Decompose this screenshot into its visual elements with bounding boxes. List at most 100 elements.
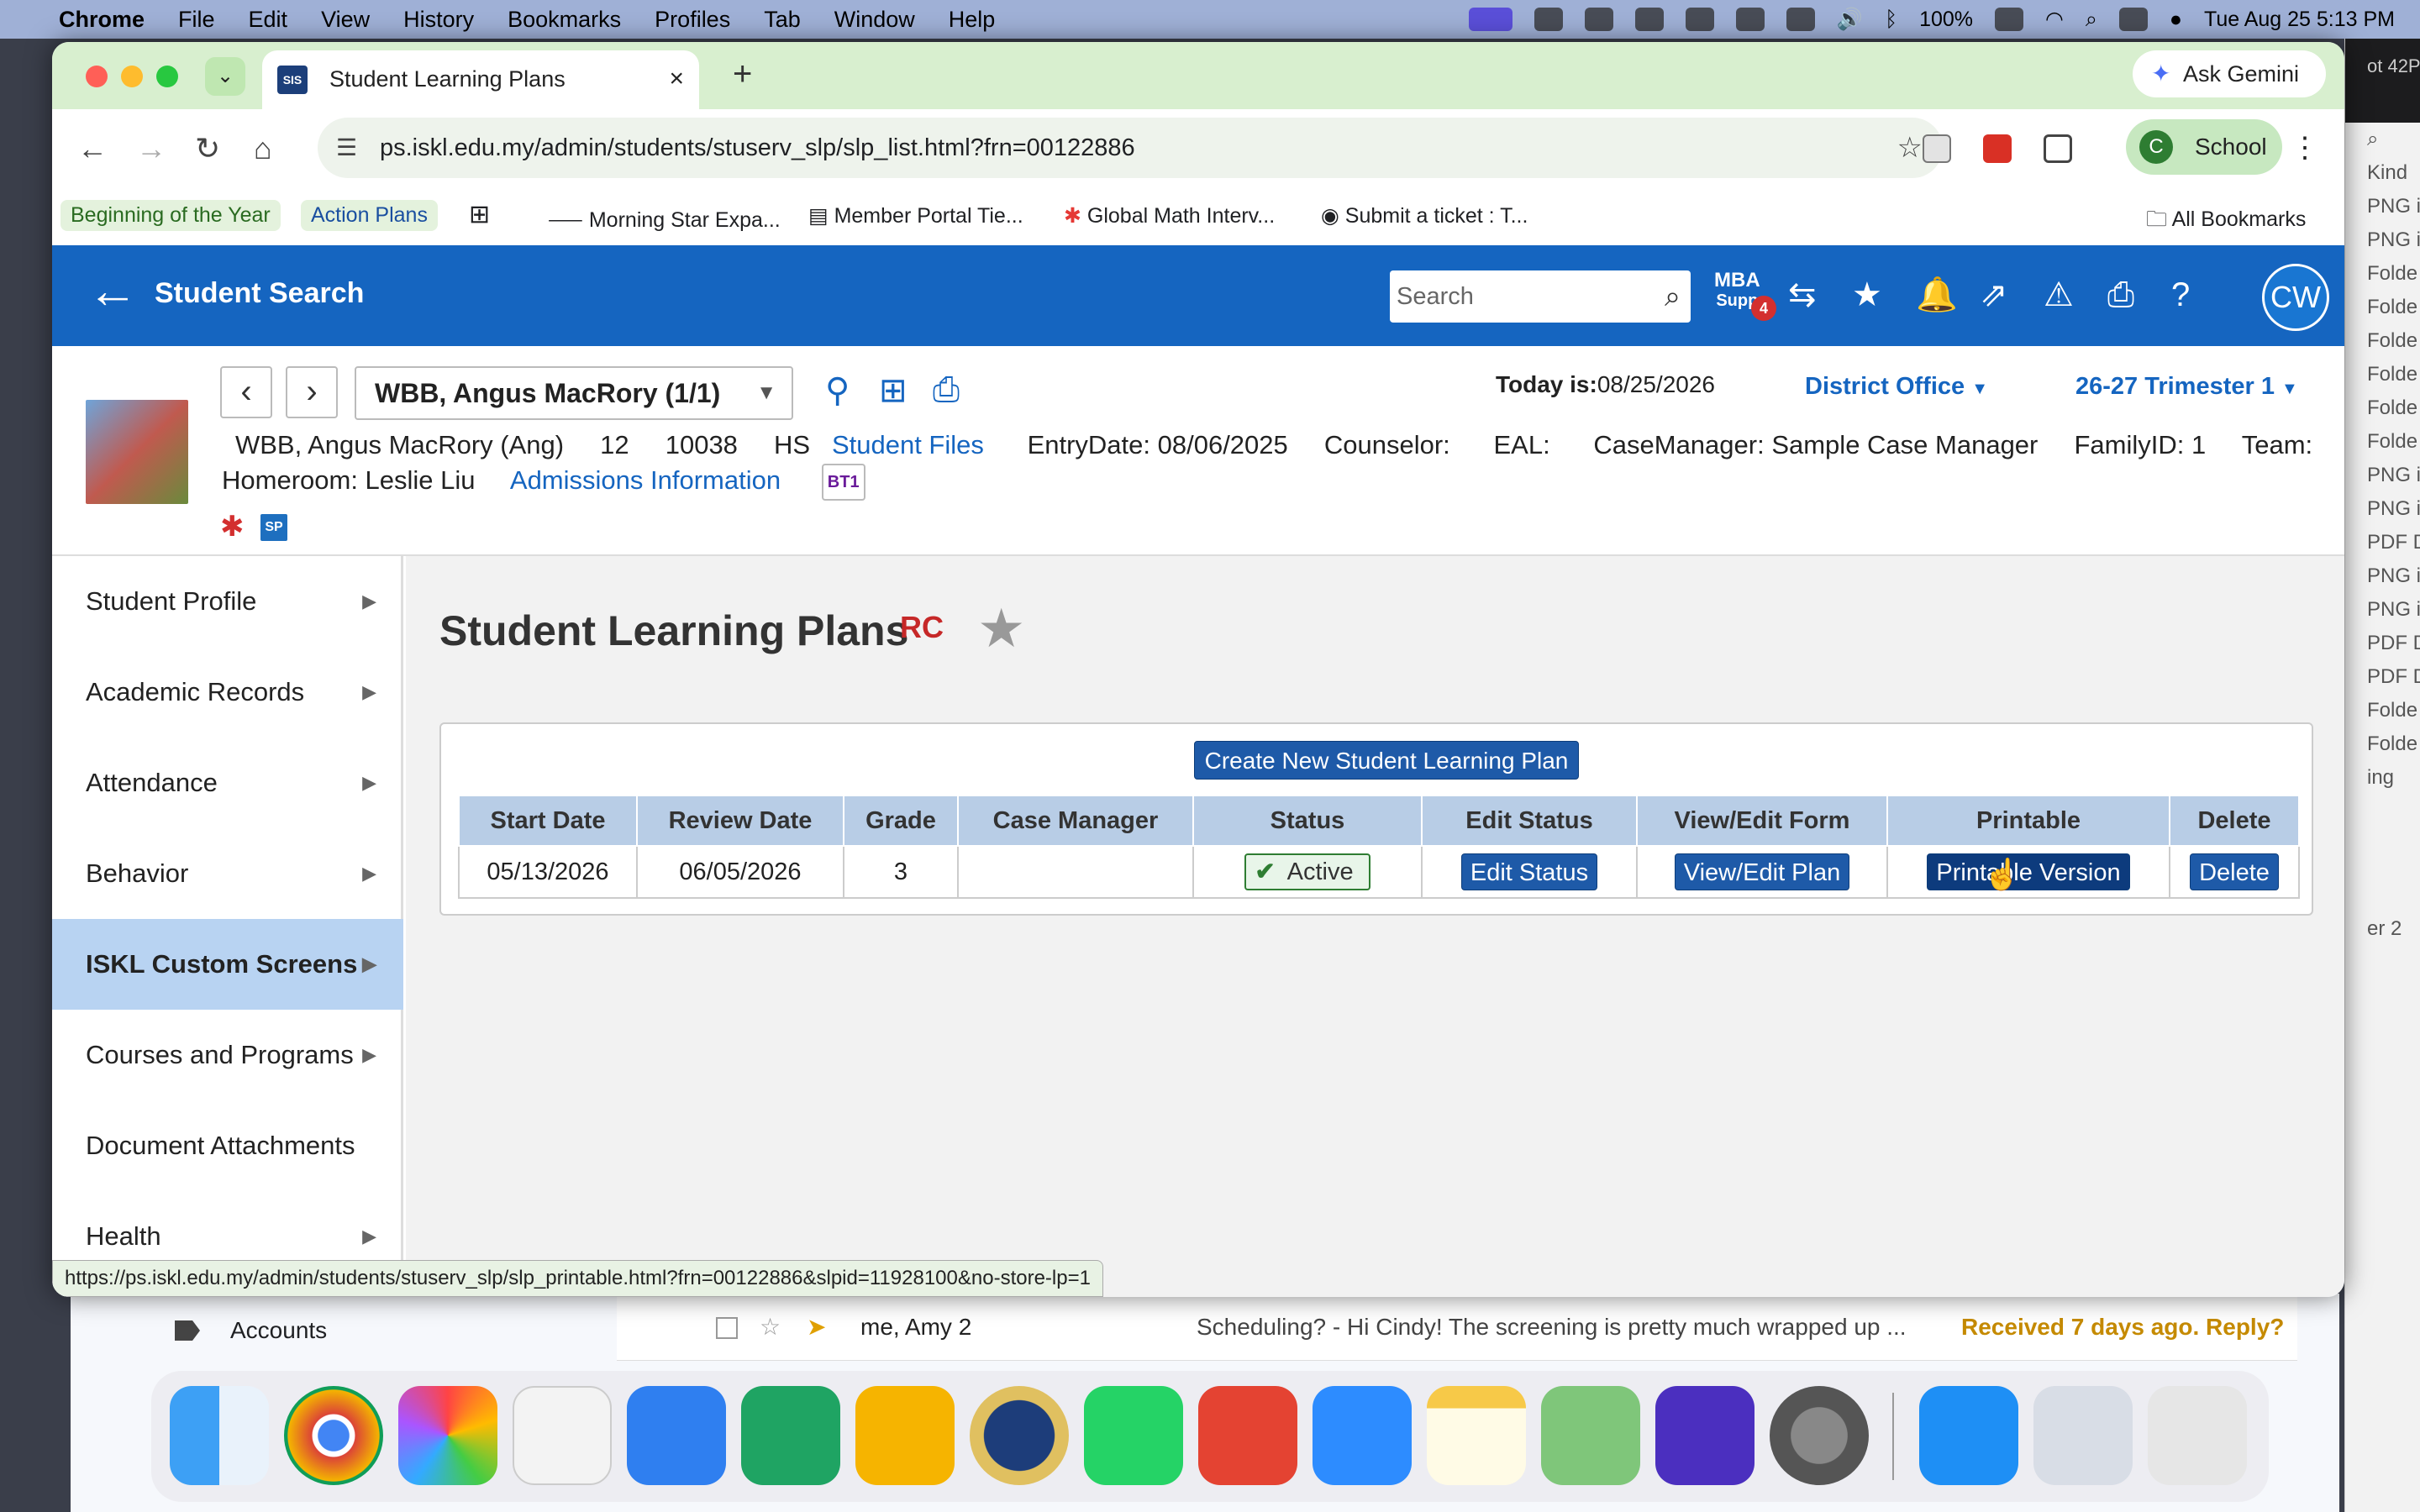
menu-view[interactable]: View [321, 7, 370, 33]
sidebar-item-attendance[interactable]: Attendance ▶ [52, 738, 403, 828]
bookmark-link[interactable]: ✱ Global Math Interv... [1064, 203, 1275, 228]
status-icon[interactable] [1735, 8, 1765, 31]
todoist-app-icon[interactable] [1198, 1386, 1297, 1485]
finder-app-icon[interactable] [170, 1386, 269, 1485]
map-pin-icon[interactable]: ⚲ [825, 371, 850, 410]
ps-search-input[interactable]: Search ⌕ [1390, 270, 1691, 323]
external-link-icon[interactable]: ⇗ [1980, 276, 2008, 314]
star-icon[interactable]: ☆ [760, 1294, 781, 1361]
column-header[interactable]: Delete [2169, 795, 2300, 847]
zoom-status-icon[interactable] [1634, 8, 1664, 31]
add-favorite-star-icon[interactable]: ★ [977, 601, 1025, 655]
status-icon[interactable] [1786, 8, 1815, 31]
all-bookmarks-button[interactable]: 🗀 All Bookmarks [2146, 203, 2306, 239]
finder-row[interactable]: PNG i [2345, 559, 2420, 593]
screen-share-icon[interactable] [1468, 8, 1512, 31]
browser-tab[interactable]: SIS Student Learning Plans × [262, 50, 699, 109]
chrome-menu-icon[interactable]: ⋮ [2291, 131, 2319, 165]
finder-row[interactable]: PNG i [2345, 459, 2420, 492]
finder-row[interactable]: PNG i [2345, 593, 2420, 627]
email-checkbox[interactable] [716, 1317, 738, 1339]
student-photo[interactable] [86, 400, 188, 504]
user-avatar[interactable]: CW [2262, 264, 2329, 331]
bell-icon[interactable]: 🔔 [1916, 276, 1958, 314]
finder-row[interactable]: PDF D [2345, 660, 2420, 694]
trash-icon[interactable] [2148, 1386, 2247, 1485]
tab-search-chevron-icon[interactable]: ⌄ [205, 57, 245, 96]
print-icon[interactable]: ⎙ [933, 371, 960, 409]
sidebar-item-behavior[interactable]: Behavior ▶ [52, 828, 403, 919]
sidebar-item-iskl-custom-screens[interactable]: ISKL Custom Screens ▶ [52, 919, 403, 1010]
menu-window[interactable]: Window [834, 7, 915, 33]
create-new-slp-button[interactable]: Create New Student Learning Plan [1194, 741, 1579, 780]
spotlight-icon[interactable]: ⌕ [2086, 8, 2097, 32]
extensions-puzzle-icon[interactable] [2044, 134, 2072, 163]
column-header[interactable]: Case Manager [957, 795, 1194, 847]
print-icon[interactable]: ⎙ [2107, 276, 2134, 314]
gmail-email-row[interactable]: ☆ ➤ me, Amy 2 Scheduling? - Hi Cindy! Th… [617, 1294, 2297, 1361]
site-info-icon[interactable]: ☰ [336, 118, 357, 178]
whatsapp-app-icon[interactable] [1084, 1386, 1183, 1485]
sidebar-item-courses-and-programs[interactable]: Courses and Programs ▶ [52, 1010, 403, 1100]
column-header[interactable]: Start Date [458, 795, 638, 847]
profile-chip[interactable]: C School [2126, 119, 2282, 175]
google-sheets-app-icon[interactable] [741, 1386, 840, 1485]
favorites-star-icon[interactable]: ★ [1852, 276, 1882, 314]
finder-row[interactable]: Folde [2345, 324, 2420, 358]
extension-icon[interactable] [1923, 134, 1951, 163]
battery-icon[interactable] [1995, 8, 2024, 31]
google-docs-app-icon[interactable] [627, 1386, 726, 1485]
finder-row[interactable]: Folde [2345, 694, 2420, 727]
student-files-link[interactable]: Student Files [832, 430, 984, 459]
status-icon[interactable] [1534, 8, 1563, 31]
back-arrow-icon[interactable]: ← [87, 265, 138, 316]
address-bar[interactable]: ☰ ps.iskl.edu.my/admin/students/stuserv_… [318, 118, 1943, 178]
url-text[interactable]: ps.iskl.edu.my/admin/students/stuserv_sl… [380, 134, 1135, 161]
back-arrow-icon[interactable]: ← [77, 131, 108, 166]
finder-row[interactable]: Folde [2345, 425, 2420, 459]
student-selector[interactable]: WBB, Angus MacRory (1/1) ▼ [355, 366, 793, 420]
grammarly-icon[interactable] [1584, 8, 1613, 31]
finder-row[interactable]: PNG i [2345, 223, 2420, 257]
admissions-information-link[interactable]: Admissions Information [510, 465, 781, 495]
finder-row[interactable]: Folde [2345, 391, 2420, 425]
bookmark-link[interactable]: ◉ Submit a ticket : T... [1321, 203, 1528, 228]
status-icon[interactable] [1685, 8, 1714, 31]
maps-app-icon[interactable] [1541, 1386, 1640, 1485]
finder-row[interactable]: Folde [2345, 257, 2420, 291]
medical-alert-icon[interactable]: ✱ [220, 512, 245, 541]
zoom-window-button[interactable] [156, 66, 178, 87]
help-icon[interactable]: ? [2171, 276, 2190, 314]
zoom-app-icon[interactable] [1313, 1386, 1412, 1485]
menu-help[interactable]: Help [949, 7, 996, 33]
finder-row[interactable]: PDF D [2345, 526, 2420, 559]
siri-icon[interactable]: ● [2170, 8, 2182, 32]
finder-row[interactable]: Folde [2345, 291, 2420, 324]
menu-bookmarks[interactable]: Bookmarks [508, 7, 621, 33]
finder-row[interactable]: PNG i [2345, 190, 2420, 223]
column-header[interactable]: Review Date [636, 795, 844, 847]
system-settings-app-icon[interactable] [1770, 1386, 1869, 1485]
search-icon[interactable]: ⌕ [1665, 270, 1681, 323]
close-window-button[interactable] [86, 66, 108, 87]
switch-arrows-icon[interactable]: ⇆ [1788, 276, 1817, 314]
bookmark-link[interactable]: ▤ Member Portal Tie... [808, 203, 1023, 228]
warning-icon[interactable]: ⚠ [2044, 276, 2074, 314]
mba-support-icon[interactable]: MBA Supp 4 [1714, 270, 1776, 321]
important-icon[interactable]: ➤ [807, 1294, 826, 1361]
bt1-badge[interactable]: BT1 [821, 464, 865, 501]
menubar-clock[interactable]: Tue Aug 25 5:13 PM [2204, 8, 2395, 32]
ps-header-title[interactable]: Student Search [155, 277, 364, 310]
menu-edit[interactable]: Edit [249, 7, 288, 33]
close-tab-icon[interactable]: × [669, 50, 684, 108]
rc-badge[interactable]: RC [900, 610, 944, 645]
home-icon[interactable]: ⌂ [254, 131, 272, 166]
keynote-app-icon[interactable] [513, 1386, 612, 1485]
previous-student-button[interactable]: ‹ [220, 366, 272, 418]
bookmark-link[interactable]: ⸺ Morning Star Expa... [548, 203, 781, 234]
gmail-label-accounts[interactable]: Accounts [230, 1317, 327, 1344]
volume-icon[interactable]: 🔊 [1837, 8, 1863, 32]
edit-status-button[interactable]: Edit Status [1460, 853, 1598, 890]
extension-icon[interactable] [1983, 134, 2012, 163]
ask-gemini-button[interactable]: Ask Gemini [2133, 50, 2326, 97]
